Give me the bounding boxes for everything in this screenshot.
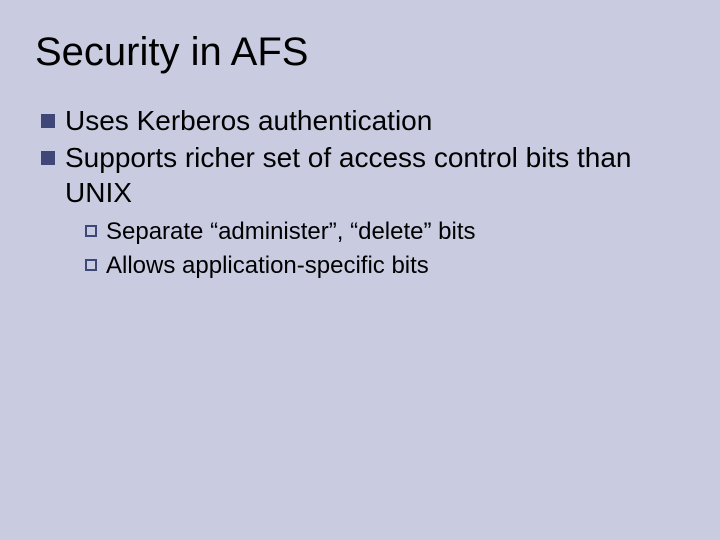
sub-list-item: Allows application-specific bits [83,250,685,281]
slide-title: Security in AFS [35,30,685,75]
list-item: Supports richer set of access control bi… [35,140,685,210]
bullet-list: Uses Kerberos authentication Supports ri… [35,103,685,281]
sub-list-item: Separate “administer”, “delete” bits [83,216,685,247]
list-item: Uses Kerberos authentication [35,103,685,138]
sub-bullet-list: Separate “administer”, “delete” bits All… [83,216,685,281]
list-item-text: Uses Kerberos authentication [65,103,685,138]
hollow-square-bullet-icon [85,259,97,271]
square-bullet-icon [41,114,55,128]
list-item-text: Supports richer set of access control bi… [65,140,685,210]
sub-list-item-text: Allows application-specific bits [106,250,685,281]
square-bullet-icon [41,151,55,165]
hollow-square-bullet-icon [85,225,97,237]
slide: Security in AFS Uses Kerberos authentica… [0,0,720,540]
sub-list-item-text: Separate “administer”, “delete” bits [106,216,685,247]
